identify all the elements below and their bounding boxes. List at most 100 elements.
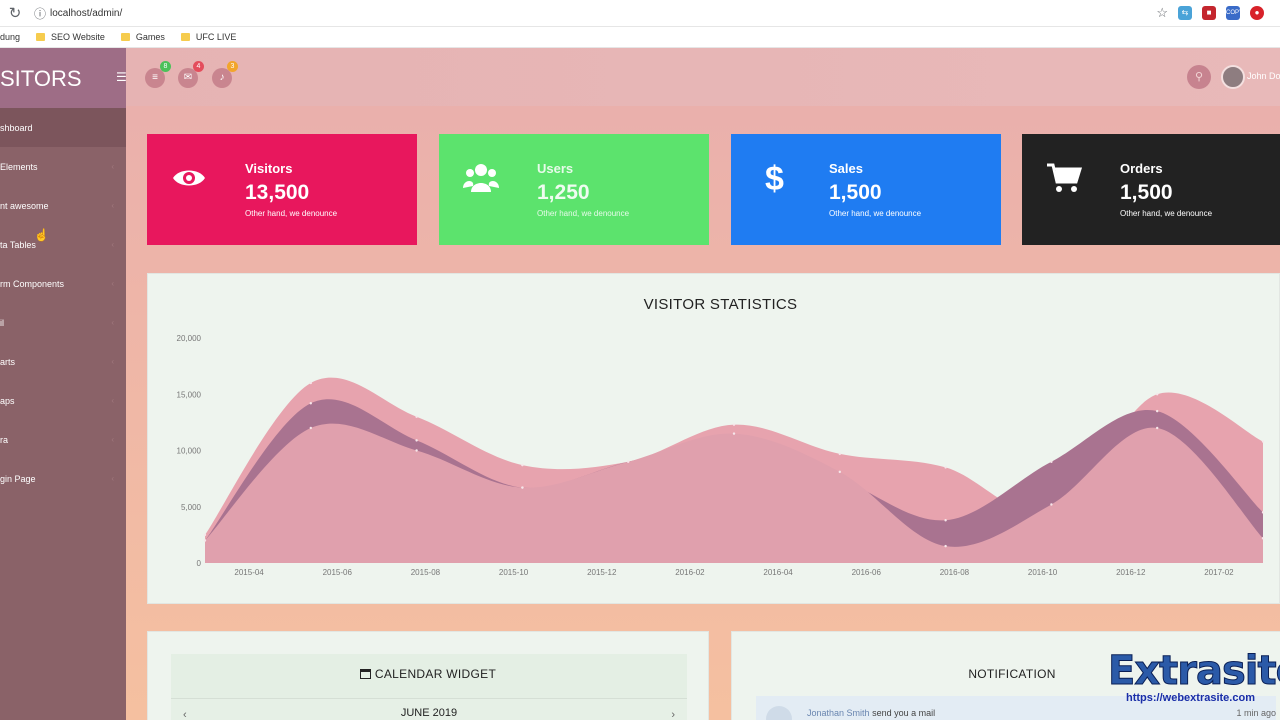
browser-toolbar: ↻ ⓘ localhost/admin/ ☆ ⇆ ■ COPY ● — [0, 0, 1280, 27]
star-icon[interactable]: ☆ — [1156, 5, 1168, 21]
data-point[interactable] — [203, 533, 207, 537]
sidebar-item[interactable]: Elements ‹ — [0, 147, 126, 186]
sidebar-item-label: gin Page — [0, 473, 36, 484]
sidebar-item-label: aps — [0, 395, 15, 406]
sidebar: SITORS ☰ shboard Elements ‹ nt awesome ‹ ta T… — [0, 48, 127, 720]
bookmark[interactable]: UFC LIVE — [180, 32, 236, 42]
data-point[interactable] — [1261, 440, 1265, 443]
data-point[interactable] — [309, 381, 312, 385]
sales-card: $ Sales 1,500 Other hand, we denounce — [731, 134, 1001, 245]
list-icon: ≡ — [152, 72, 158, 83]
sidebar-item-label: rm Components — [0, 278, 65, 289]
chevron-left-icon: ‹ — [111, 279, 114, 288]
search-button[interactable]: ⚲ — [1187, 65, 1211, 89]
calendar-month: JUNE 2019 — [400, 707, 458, 719]
tasks-button[interactable]: ≡ 8 — [145, 61, 171, 88]
card-subtitle: Other hand, we denounce — [1120, 209, 1213, 218]
data-point[interactable] — [415, 415, 418, 418]
data-point[interactable] — [203, 539, 207, 542]
data-point[interactable] — [1050, 503, 1053, 506]
sidebar-item-label: ta Tables — [0, 239, 36, 250]
chevron-left-icon: ‹ — [111, 357, 114, 366]
info-icon[interactable]: ⓘ — [30, 5, 50, 22]
data-point[interactable] — [944, 466, 947, 469]
data-point[interactable] — [1156, 393, 1159, 396]
cart-icon — [1047, 163, 1082, 192]
bookmark[interactable]: dung — [0, 32, 20, 42]
menu-toggle-icon[interactable]: ☰ — [116, 71, 127, 83]
data-point[interactable] — [1156, 426, 1159, 430]
sidebar-item[interactable]: gin Page ‹ — [0, 459, 126, 498]
data-point[interactable] — [838, 452, 841, 456]
card-value: 1,500 — [1120, 181, 1173, 204]
card-subtitle: Other hand, we denounce — [829, 209, 922, 218]
bookmark[interactable]: SEO Website — [36, 32, 105, 42]
extension-icon[interactable]: ■ — [1202, 6, 1216, 20]
data-point[interactable] — [1156, 409, 1159, 413]
chevron-right-icon[interactable]: › — [671, 709, 675, 720]
extension-icon[interactable]: ⇆ — [1178, 6, 1192, 20]
dollar-icon: $ — [765, 160, 784, 196]
sidebar-item[interactable]: arts ‹ — [0, 342, 126, 381]
mail-button[interactable]: ✉ 4 — [178, 61, 204, 88]
bookmark[interactable]: Games — [120, 32, 165, 42]
calendar-month-row: ‹ JUNE 2019 › — [171, 698, 687, 720]
x-tick-label: 2016-08 — [940, 568, 970, 577]
envelope-icon: ✉ — [183, 72, 193, 83]
data-point[interactable] — [309, 426, 312, 430]
x-tick-label: 2015-04 — [234, 568, 264, 577]
sidebar-item[interactable]: rm Components ‹ — [0, 264, 126, 303]
data-point[interactable] — [944, 519, 947, 522]
visitor-chart: 0 5,000 10,000 15,000 20,000 2015-04 2015-06 20… — [177, 334, 1265, 577]
data-point[interactable] — [415, 449, 418, 452]
sidebar-item[interactable]: aps ‹ — [0, 381, 126, 420]
y-tick-label: 20,000 — [177, 334, 202, 343]
card-subtitle: Other hand, we denounce — [537, 209, 630, 218]
data-point[interactable] — [1261, 537, 1265, 540]
data-point[interactable] — [521, 486, 524, 489]
extension-icon[interactable]: ● — [1250, 6, 1264, 20]
x-tick-label: 2016-10 — [1028, 568, 1058, 577]
alerts-badge: 3 — [227, 61, 238, 72]
data-point[interactable] — [732, 423, 736, 426]
copy-extension-icon[interactable]: COPY — [1226, 6, 1243, 20]
notification-sender[interactable]: Jonathan Smith — [807, 708, 870, 718]
data-point[interactable] — [732, 432, 736, 435]
y-tick-label: 15,000 — [177, 390, 202, 399]
card-value: 1,500 — [829, 181, 882, 204]
calendar-icon — [359, 669, 371, 679]
chevron-left-icon: ‹ — [111, 435, 114, 444]
sidebar-item[interactable]: ra ‹ — [0, 420, 126, 459]
reload-icon[interactable]: ↻ — [0, 4, 30, 22]
notification-time: 1 min ago — [1236, 708, 1276, 718]
sidebar-item[interactable]: ta Tables ‹ — [0, 225, 126, 264]
data-point[interactable] — [1050, 460, 1053, 463]
card-value: 1,250 — [537, 181, 590, 204]
x-tick-label: 2015-12 — [587, 568, 617, 577]
data-point[interactable] — [415, 439, 418, 442]
x-tick-label: 2017-02 — [1204, 568, 1234, 577]
alerts-button[interactable]: ♪ 3 — [212, 61, 238, 88]
sidebar-item[interactable]: il ‹ — [0, 303, 126, 342]
visitors-card: Visitors 13,500 Other hand, we denounce — [147, 134, 417, 245]
data-point[interactable] — [627, 460, 630, 463]
mail-badge: 4 — [193, 61, 204, 72]
data-point[interactable] — [838, 470, 841, 474]
bookmarks-bar: dung SEO Website Games UFC LIVE — [0, 27, 1280, 48]
top-header: ≡ 8 ✉ 4 ♪ 3 ⚲ John Do — [126, 48, 1280, 106]
bell-icon: ♪ — [219, 72, 225, 83]
data-point[interactable] — [944, 544, 947, 548]
eye-icon — [173, 170, 205, 186]
address-bar[interactable]: localhost/admin/ — [50, 8, 122, 19]
chevron-left-icon: ‹ — [111, 474, 114, 483]
x-tick-label: 2015-08 — [411, 568, 441, 577]
tasks-badge: 8 — [160, 61, 171, 72]
data-point[interactable] — [1261, 511, 1265, 514]
avatar[interactable] — [1221, 65, 1245, 89]
data-point[interactable] — [309, 402, 312, 405]
chevron-left-icon: ‹ — [111, 396, 114, 405]
sidebar-item[interactable]: nt awesome ‹ — [0, 186, 126, 225]
user-name[interactable]: John Do — [1247, 71, 1280, 81]
data-point[interactable] — [521, 463, 524, 467]
sidebar-item[interactable]: shboard — [0, 108, 126, 147]
